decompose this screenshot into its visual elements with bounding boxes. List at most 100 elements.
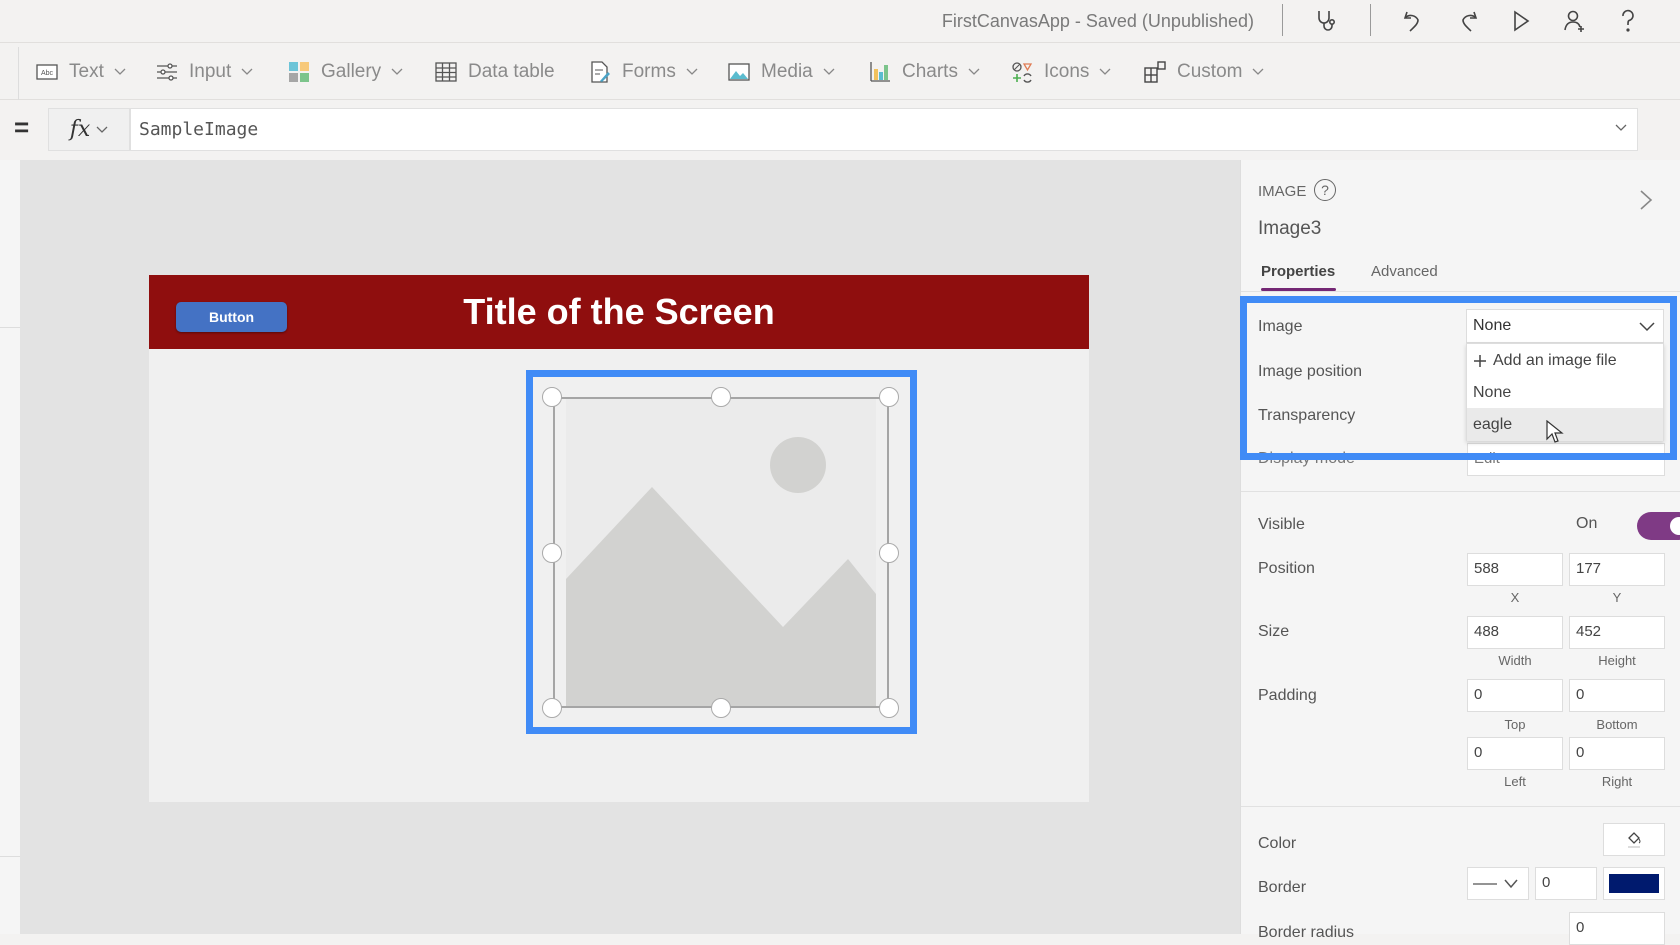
app-checker-icon[interactable]	[1311, 6, 1341, 36]
border-color-swatch	[1609, 874, 1659, 893]
screen-title[interactable]: Title of the Screen	[449, 291, 789, 333]
tab-advanced[interactable]: Advanced	[1371, 263, 1438, 280]
divider	[0, 856, 20, 857]
title-bar: FirstCanvasApp - Saved (Unpublished)	[0, 0, 1680, 43]
resize-handle-top[interactable]	[711, 387, 731, 407]
formula-input[interactable]: SampleImage	[130, 108, 1638, 151]
screen-button[interactable]: Button	[176, 302, 287, 332]
toolbar-label: Data table	[468, 61, 555, 82]
dropdown-option-none[interactable]: None	[1467, 376, 1663, 409]
resize-handle-bottom-right[interactable]	[879, 698, 899, 718]
height-input[interactable]: 452	[1569, 616, 1665, 649]
toolbar-data-table-button[interactable]: Data table	[434, 59, 555, 85]
control-type: IMAGE	[1258, 183, 1307, 200]
divider	[1241, 491, 1680, 492]
position-label: Position	[1258, 560, 1315, 577]
toggle-knob	[1670, 517, 1680, 535]
option-label: Add an image file	[1493, 351, 1617, 369]
y-caption: Y	[1612, 590, 1622, 605]
toolbar-input-button[interactable]: Input	[155, 59, 253, 85]
text-label-icon: Abc	[36, 64, 58, 80]
toolbar-charts-button[interactable]: Charts	[868, 59, 980, 85]
toolbar-label: Gallery	[321, 61, 382, 82]
dropdown-option-eagle[interactable]: eagle	[1467, 408, 1663, 441]
toolbar-forms-button[interactable]: Forms	[588, 59, 698, 85]
color-picker-button[interactable]	[1603, 823, 1665, 856]
visible-toggle[interactable]	[1637, 512, 1680, 540]
chevron-down-icon	[686, 68, 698, 75]
border-width-input[interactable]: 0	[1535, 867, 1597, 900]
dropdown-option-add-image[interactable]: Add an image file	[1467, 344, 1663, 377]
toolbar-icons-button[interactable]: Icons	[1010, 59, 1111, 85]
resize-handle-right[interactable]	[879, 543, 899, 563]
option-label: eagle	[1473, 415, 1513, 433]
left-pane-collapsed	[0, 160, 21, 934]
resize-handle-top-left[interactable]	[542, 387, 562, 407]
padding-right-input[interactable]: 0	[1569, 737, 1665, 770]
toolbar-gallery-button[interactable]: Gallery	[287, 59, 403, 85]
width-caption: Width	[1498, 653, 1532, 668]
expand-formula-icon[interactable]	[1615, 124, 1627, 132]
chevron-down-icon	[114, 68, 126, 75]
image-dropdown-value: None	[1473, 317, 1512, 334]
toolbar-custom-button[interactable]: Custom	[1143, 59, 1264, 85]
forms-icon	[591, 61, 610, 83]
width-input[interactable]: 488	[1467, 616, 1563, 649]
property-selector-button[interactable]: fx	[48, 108, 130, 151]
tab-properties[interactable]: Properties	[1261, 263, 1335, 280]
divider	[1241, 806, 1680, 807]
top-caption: Top	[1504, 717, 1526, 732]
image-dropdown-menu: Add an image file None eagle	[1466, 343, 1664, 441]
image-control-frame[interactable]	[553, 397, 889, 708]
help-circle-icon[interactable]: ?	[1314, 179, 1336, 201]
insert-toolbar: Abc Text Input Gallery Data table Forms …	[0, 43, 1680, 100]
padding-bottom-input[interactable]: 0	[1569, 679, 1665, 712]
padding-top-input[interactable]: 0	[1467, 679, 1563, 712]
toolbar-label: Text	[69, 61, 104, 82]
divider	[18, 47, 19, 100]
toolbar-label: Icons	[1044, 61, 1090, 82]
display-mode-dropdown[interactable]: Edit	[1467, 443, 1665, 476]
border-color-button[interactable]	[1603, 867, 1665, 900]
visible-label: Visible	[1258, 516, 1305, 533]
left-caption: Left	[1504, 774, 1526, 789]
padding-left-input[interactable]: 0	[1467, 737, 1563, 770]
svg-text:Abc: Abc	[41, 70, 54, 77]
chevron-right-icon[interactable]	[1638, 188, 1654, 212]
toolbar-label: Forms	[622, 61, 676, 82]
display-mode-label: Display mode	[1258, 450, 1355, 467]
image-label: Image	[1258, 318, 1303, 335]
position-x-input[interactable]: 588	[1467, 553, 1563, 586]
help-icon[interactable]	[1613, 6, 1643, 36]
border-radius-input[interactable]: 0	[1569, 912, 1665, 945]
border-style-dropdown[interactable]	[1467, 867, 1529, 900]
custom-icon	[1144, 61, 1166, 83]
position-y-input[interactable]: 177	[1569, 553, 1665, 586]
charts-icon	[870, 62, 890, 82]
divider	[1282, 4, 1283, 36]
toolbar-media-button[interactable]: Media	[727, 59, 835, 85]
padding-label: Padding	[1258, 687, 1317, 704]
toolbar-text-button[interactable]: Abc Text	[35, 59, 126, 85]
data-table-icon	[435, 62, 457, 82]
option-label: None	[1473, 383, 1512, 401]
chevron-down-icon	[823, 68, 835, 75]
image-dropdown[interactable]: None	[1466, 309, 1664, 343]
play-icon[interactable]	[1506, 6, 1536, 36]
resize-handle-left[interactable]	[542, 543, 562, 563]
screen-header[interactable]: Button Title of the Screen	[149, 275, 1089, 349]
redo-icon[interactable]	[1453, 6, 1483, 36]
resize-handle-bottom-left[interactable]	[542, 698, 562, 718]
fx-icon: fx	[69, 117, 91, 142]
image-position-label: Image position	[1258, 363, 1363, 380]
border-label: Border	[1258, 879, 1307, 896]
undo-icon[interactable]	[1398, 6, 1428, 36]
resize-handle-bottom[interactable]	[711, 698, 731, 718]
formula-text: SampleImage	[139, 119, 259, 140]
share-user-icon[interactable]	[1559, 6, 1589, 36]
chevron-down-icon	[1253, 68, 1264, 75]
control-name[interactable]: Image3	[1258, 218, 1321, 240]
x-caption: X	[1510, 590, 1520, 605]
resize-handle-top-right[interactable]	[879, 387, 899, 407]
chevron-down-icon	[391, 68, 403, 75]
